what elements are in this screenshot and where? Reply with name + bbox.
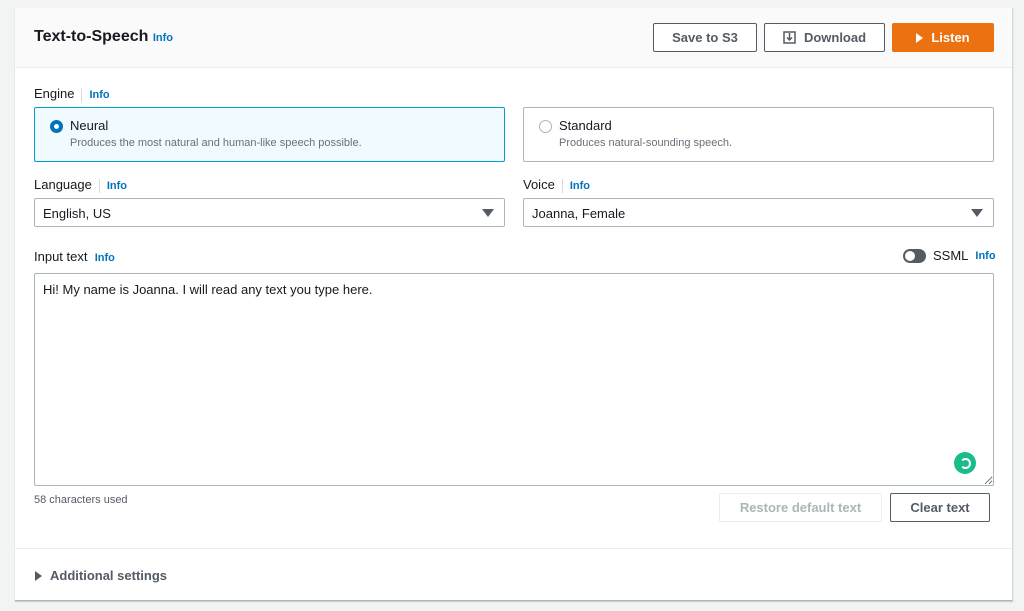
restore-label: Restore default text xyxy=(739,500,862,515)
ssml-toggle-group: SSML Info xyxy=(903,248,996,263)
download-icon xyxy=(783,31,796,44)
language-label: Language Info xyxy=(34,177,127,193)
char-count: 58 characters used xyxy=(34,494,128,506)
neural-name: Neural xyxy=(70,118,109,133)
panel-header: Text-to-Speech Info Save to S3 Download … xyxy=(15,8,1012,68)
restore-default-button[interactable]: Restore default text xyxy=(719,493,882,522)
save-to-s3-label: Save to S3 xyxy=(672,30,738,45)
additional-settings-label: Additional settings xyxy=(50,568,167,583)
ssml-info-link[interactable]: Info xyxy=(975,250,995,262)
engine-option-neural[interactable]: Neural Produces the most natural and hum… xyxy=(34,107,505,162)
assistant-badge-icon[interactable] xyxy=(954,452,976,474)
caret-down-icon xyxy=(971,209,983,217)
voice-label: Voice Info xyxy=(523,177,590,193)
standard-desc: Produces natural-sounding speech. xyxy=(559,137,733,149)
voice-info-link[interactable]: Info xyxy=(570,180,590,192)
language-info-link[interactable]: Info xyxy=(107,180,127,192)
clear-text-button[interactable]: Clear text xyxy=(890,493,990,522)
ssml-label: SSML xyxy=(933,248,969,263)
language-select[interactable]: English, US xyxy=(34,198,505,227)
play-icon xyxy=(916,32,924,43)
tts-panel: Text-to-Speech Info Save to S3 Download … xyxy=(15,8,1013,601)
input-label-text: Input text xyxy=(34,249,88,264)
engine-label: Engine Info xyxy=(34,86,110,102)
input-info-link[interactable]: Info xyxy=(95,252,115,264)
voice-label-text: Voice xyxy=(523,177,555,192)
input-text-label: Input text Info xyxy=(34,249,115,264)
engine-info-link[interactable]: Info xyxy=(89,89,109,101)
listen-button[interactable]: Listen xyxy=(892,23,994,52)
save-to-s3-button[interactable]: Save to S3 xyxy=(653,23,757,52)
caret-right-icon xyxy=(35,570,42,581)
page-title: Text-to-Speech Info xyxy=(34,28,173,46)
language-label-text: Language xyxy=(34,177,92,192)
ssml-toggle[interactable] xyxy=(903,248,926,263)
additional-settings-toggle[interactable]: Additional settings xyxy=(35,568,167,583)
language-value: English, US xyxy=(43,206,111,221)
radio-standard[interactable] xyxy=(539,120,552,133)
standard-name: Standard xyxy=(559,118,612,133)
voice-select[interactable]: Joanna, Female xyxy=(523,198,994,227)
engine-label-text: Engine xyxy=(34,86,75,101)
neural-desc: Produces the most natural and human-like… xyxy=(70,137,362,149)
download-button[interactable]: Download xyxy=(764,23,885,52)
clear-label: Clear text xyxy=(910,500,970,515)
listen-label: Listen xyxy=(931,30,970,45)
download-label: Download xyxy=(803,30,867,45)
title-text: Text-to-Speech xyxy=(34,28,149,45)
title-info-link[interactable]: Info xyxy=(153,32,173,44)
caret-down-icon xyxy=(482,209,494,217)
engine-option-standard[interactable]: Standard Produces natural-sounding speec… xyxy=(523,107,994,162)
input-textarea[interactable]: Hi! My name is Joanna. I will read any t… xyxy=(34,273,994,486)
voice-value: Joanna, Female xyxy=(532,206,626,221)
radio-neural[interactable] xyxy=(50,120,63,133)
